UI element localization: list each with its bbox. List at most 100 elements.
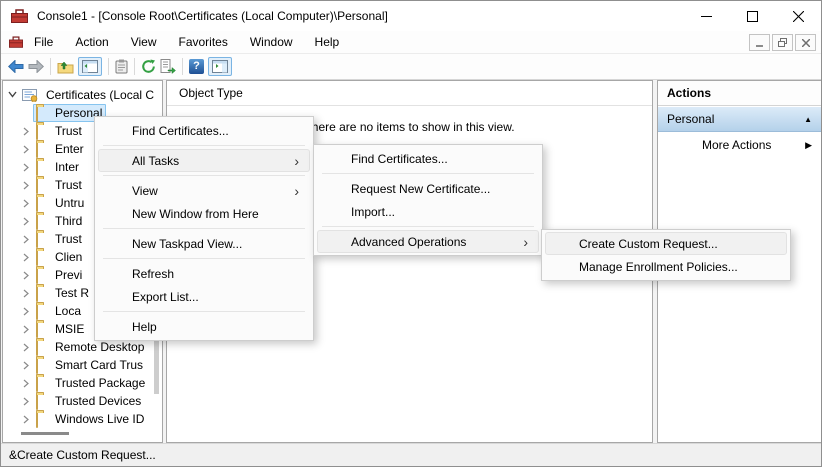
child-close-button[interactable] (795, 34, 816, 51)
folder-icon (36, 394, 38, 410)
forward-icon[interactable] (28, 60, 44, 73)
column-header-object-type[interactable]: Object Type (167, 81, 652, 106)
chevron-right-icon[interactable] (23, 253, 29, 262)
menu-file[interactable]: File (23, 31, 64, 53)
tree-item-label[interactable]: Untru (55, 194, 84, 212)
menu-item-find-certificates[interactable]: Find Certificates... (317, 147, 539, 170)
chevron-right-icon[interactable] (23, 379, 29, 388)
tree-item-label[interactable]: Smart Card Trus (55, 356, 143, 374)
tree-item-label[interactable]: Trust (55, 122, 82, 140)
menu-item-create-custom-request[interactable]: Create Custom Request... (545, 232, 787, 255)
tree-root-certificates[interactable]: Certificates (Local C (3, 86, 163, 104)
up-one-level-icon[interactable] (57, 59, 74, 74)
tree-item-label[interactable]: MSIE (55, 320, 84, 338)
toolbar: ? (1, 54, 821, 80)
tree-item-label[interactable]: Windows Live ID (55, 410, 144, 428)
menu-action[interactable]: Action (64, 31, 119, 53)
chevron-down-icon[interactable] (8, 91, 17, 98)
folder-icon (36, 322, 38, 338)
menu-item-new-taskpad-view[interactable]: New Taskpad View... (98, 232, 310, 255)
folder-icon (36, 196, 38, 212)
chevron-right-icon[interactable] (23, 343, 29, 352)
chevron-right-icon[interactable] (23, 145, 29, 154)
chevron-right-icon[interactable] (23, 289, 29, 298)
tree-item[interactable]: Smart Card Trus (3, 356, 163, 374)
chevron-right-icon[interactable] (23, 127, 29, 136)
chevron-right-icon[interactable] (23, 415, 29, 424)
menu-item-manage-enrollment-policies[interactable]: Manage Enrollment Policies... (545, 255, 787, 278)
chevron-right-icon[interactable] (23, 325, 29, 334)
maximize-icon (747, 11, 758, 22)
child-minimize-button[interactable] (749, 34, 770, 51)
menu-item-help[interactable]: Help (98, 315, 310, 338)
chevron-right-icon[interactable] (23, 181, 29, 190)
tree-item-label[interactable]: Trusted Package (55, 374, 145, 392)
menu-help[interactable]: Help (304, 31, 351, 53)
menu-item-export-list[interactable]: Export List... (98, 285, 310, 308)
menu-item-find-certificates[interactable]: Find Certificates... (98, 119, 310, 142)
help-question-glyph: ? (189, 59, 204, 74)
chevron-right-icon[interactable] (23, 199, 29, 208)
tree-vertical-scrollbar-thumb[interactable] (154, 336, 159, 394)
chevron-right-icon[interactable] (23, 163, 29, 172)
tree-item-label[interactable]: Inter (55, 158, 79, 176)
child-restore-button[interactable] (772, 34, 793, 51)
minimize-button[interactable] (683, 1, 729, 31)
more-actions-item[interactable]: More Actions ▶ (658, 132, 821, 158)
tree-item-label[interactable]: Enter (55, 140, 84, 158)
folder-icon (36, 160, 38, 176)
tree-horizontal-scrollbar-thumb[interactable] (21, 432, 69, 435)
show-console-tree-toggle[interactable] (78, 57, 102, 76)
menu-view[interactable]: View (120, 31, 168, 53)
refresh-icon[interactable] (141, 59, 156, 74)
show-action-pane-toggle[interactable] (208, 57, 232, 76)
menu-item-import[interactable]: Import... (317, 200, 539, 223)
menu-separator (103, 228, 305, 229)
menu-item-all-tasks[interactable]: All Tasks › (98, 149, 310, 172)
tree-item-label[interactable]: Trust (55, 230, 82, 248)
window-title: Console1 - [Console Root\Certificates (L… (37, 9, 388, 23)
maximize-button[interactable] (729, 1, 775, 31)
tree-item-label[interactable]: Previ (55, 266, 82, 284)
tree-item[interactable]: Windows Live ID (3, 410, 163, 428)
menu-item-refresh[interactable]: Refresh (98, 262, 310, 285)
folder-icon (36, 106, 38, 122)
tree-item-label[interactable]: Clien (55, 248, 82, 266)
menu-separator (103, 175, 305, 176)
help-icon[interactable]: ? (189, 59, 204, 74)
menu-item-advanced-operations[interactable]: Advanced Operations › (317, 230, 539, 253)
tree-item-label[interactable]: Test R (55, 284, 89, 302)
chevron-right-icon[interactable] (23, 271, 29, 280)
restore-icon (778, 38, 787, 47)
menu-favorites[interactable]: Favorites (168, 31, 239, 53)
chevron-right-icon[interactable] (23, 307, 29, 316)
folder-icon (36, 412, 38, 428)
menu-item-view[interactable]: View › (98, 179, 310, 202)
tree-item-label[interactable]: Third (55, 212, 82, 230)
show-action-pane-icon (212, 60, 228, 73)
actions-group-personal[interactable]: Personal ▲ (658, 106, 821, 132)
tree-item-label[interactable]: Loca (55, 302, 81, 320)
folder-icon (36, 268, 38, 284)
menu-item-request-new-certificate[interactable]: Request New Certificate... (317, 177, 539, 200)
collapse-arrow-icon[interactable]: ▲ (804, 115, 812, 124)
folder-icon (36, 340, 38, 356)
tree-item[interactable]: Trusted Devices (3, 392, 163, 410)
tree-item-label[interactable]: Trust (55, 176, 82, 194)
certificates-icon (22, 89, 39, 102)
menu-item-new-window-from-here[interactable]: New Window from Here (98, 202, 310, 225)
export-list-icon[interactable] (160, 59, 176, 74)
chevron-right-icon[interactable] (23, 235, 29, 244)
chevron-right-icon[interactable] (23, 397, 29, 406)
close-button[interactable] (775, 1, 821, 31)
menu-window[interactable]: Window (239, 31, 304, 53)
tree-item-label[interactable]: Trusted Devices (55, 392, 141, 410)
tree-item-label[interactable]: Certificates (Local C (46, 86, 154, 104)
tree-item[interactable]: Trusted Package (3, 374, 163, 392)
paste-icon[interactable] (115, 59, 128, 74)
chevron-right-icon[interactable] (23, 217, 29, 226)
back-icon[interactable] (8, 60, 24, 73)
submenu-arrow-icon: › (294, 180, 299, 202)
submenu-arrow-icon: › (523, 231, 528, 253)
chevron-right-icon[interactable] (23, 361, 29, 370)
